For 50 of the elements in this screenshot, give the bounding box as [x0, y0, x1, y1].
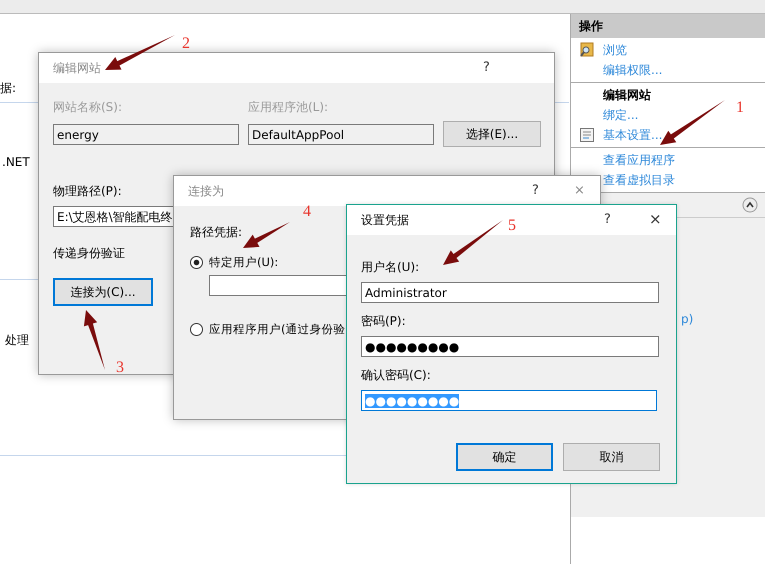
- ok-button[interactable]: 确定: [456, 443, 553, 471]
- connect-as-button[interactable]: 连接为(C)...: [53, 278, 153, 306]
- annotation-number: 2: [182, 35, 190, 52]
- annotation-arrow: [84, 310, 105, 370]
- action-link[interactable]: 绑定...: [603, 106, 638, 124]
- dialog-title: 编辑网站: [53, 60, 101, 76]
- field-label: 确认密码(C):: [361, 367, 432, 384]
- close-button[interactable]: ×: [574, 183, 585, 198]
- field-label: 密码(P):: [361, 313, 407, 330]
- radio-label: 应用程序用户(通过身份验: [209, 322, 346, 337]
- dialog-title: 连接为: [188, 182, 224, 200]
- field-label: 传递身份验证: [53, 245, 125, 262]
- radio-label: 特定用户(U):: [209, 255, 278, 270]
- field-label: 用户名(U):: [361, 259, 420, 276]
- action-link[interactable]: 浏览: [603, 42, 627, 58]
- close-button[interactable]: ×: [649, 210, 662, 228]
- field-label: 应用程序池(L):: [248, 99, 330, 116]
- actions-pane-header: 操作: [571, 14, 765, 38]
- action-link[interactable]: 查看虚拟目录: [603, 172, 675, 188]
- annotation-number: 3: [116, 359, 124, 376]
- background-text: 处理: [5, 332, 29, 349]
- action-link[interactable]: 编辑权限...: [603, 62, 662, 78]
- group-label: 路径凭据:: [190, 224, 242, 241]
- annotation-number: 5: [508, 217, 516, 234]
- annotation-arrow: [105, 35, 175, 70]
- collapse-icon[interactable]: [742, 197, 758, 213]
- field-label: 网站名称(S):: [53, 99, 124, 116]
- radio-button[interactable]: [190, 323, 203, 336]
- action-group-heading: 编辑网站: [603, 86, 651, 104]
- dialog-title: 设置凭据: [361, 212, 409, 228]
- background-text: .NET: [2, 155, 30, 169]
- form-icon: [579, 127, 595, 143]
- annotation-number: 4: [303, 203, 311, 220]
- input-field[interactable]: ●●●●●●●●●: [361, 336, 659, 357]
- action-link[interactable]: 查看应用程序: [603, 152, 675, 168]
- help-button[interactable]: ?: [532, 183, 539, 198]
- help-button[interactable]: ?: [604, 212, 611, 227]
- background-text: 据:: [0, 80, 16, 97]
- input-field[interactable]: Administrator: [361, 282, 659, 303]
- action-link[interactable]: 基本设置...: [603, 126, 662, 144]
- help-button[interactable]: ?: [483, 60, 490, 75]
- folder-magnifier-icon: [579, 42, 595, 58]
- annotation-arrow: [660, 100, 725, 145]
- select-button[interactable]: 选择(E)...: [443, 121, 541, 147]
- cancel-button[interactable]: 取消: [563, 443, 660, 471]
- annotation-arrow: [243, 222, 290, 248]
- annotation-arrow: [443, 220, 503, 265]
- radio-button[interactable]: [190, 256, 203, 269]
- field-label: 物理路径(P):: [53, 183, 122, 200]
- annotation-number: 1: [736, 99, 744, 116]
